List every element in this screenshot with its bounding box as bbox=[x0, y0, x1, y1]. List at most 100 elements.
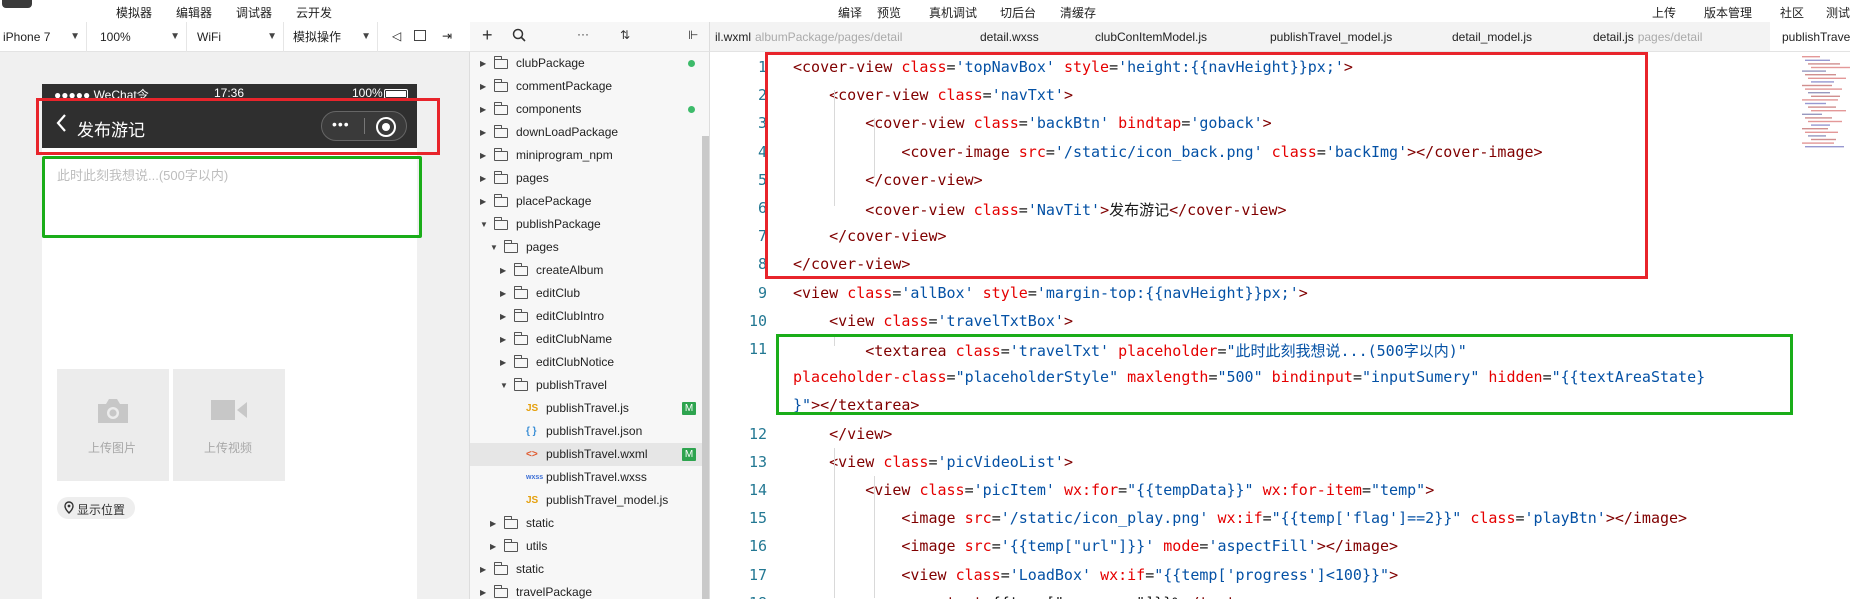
menu-compile[interactable]: 编译 bbox=[838, 4, 862, 21]
tree-folder[interactable]: ▶ editClub bbox=[470, 282, 709, 305]
upload-video-button[interactable]: 上传视频 bbox=[173, 369, 285, 481]
code-token: "{{tempData}}" bbox=[1127, 481, 1254, 499]
zoom-select[interactable]: 100% ▼ bbox=[97, 22, 187, 52]
network-select[interactable]: WiFi ▼ bbox=[194, 22, 284, 52]
menu-bar: 模拟器 编辑器 调试器 云开发 编译 预览 真机调试 切后台 清缓存 上传 版本… bbox=[0, 0, 1850, 22]
chevron-right-icon[interactable]: ▶ bbox=[490, 512, 496, 535]
tab-6[interactable]: publishTravel. bbox=[1770, 22, 1850, 51]
tree-item-label: commentPackage bbox=[516, 79, 613, 93]
tree-folder[interactable]: ▼ pages bbox=[470, 236, 709, 259]
tab-2[interactable]: clubConItemModel.js bbox=[1095, 22, 1207, 51]
tree-folder[interactable]: ▶ components bbox=[470, 98, 709, 121]
chevron-right-icon[interactable]: ▶ bbox=[480, 558, 486, 581]
folder-icon bbox=[494, 102, 508, 115]
menu-debugger[interactable]: 调试器 bbox=[236, 4, 272, 21]
tree-folder[interactable]: ▶ travelPackage bbox=[470, 581, 709, 599]
modified-badge: M bbox=[682, 448, 696, 461]
tree-folder[interactable]: ▶ utils bbox=[470, 535, 709, 558]
add-icon[interactable]: + bbox=[482, 25, 493, 46]
chevron-right-icon[interactable]: ▶ bbox=[480, 581, 486, 599]
menu-preview[interactable]: 预览 bbox=[877, 4, 901, 21]
tree-file[interactable]: JS publishTravel_model.js bbox=[470, 489, 709, 512]
menu-real-device-debug[interactable]: 真机调试 bbox=[929, 4, 977, 21]
line-number: 18 bbox=[710, 594, 767, 599]
tree-folder[interactable]: ▶ createAlbum bbox=[470, 259, 709, 282]
chevron-right-icon[interactable]: ▶ bbox=[480, 52, 486, 75]
tree-folder[interactable]: ▶ pages bbox=[470, 167, 709, 190]
tree-folder[interactable]: ▶ editClubName bbox=[470, 328, 709, 351]
tree-folder[interactable]: ▶ static bbox=[470, 558, 709, 581]
sort-icon[interactable]: ⇅ bbox=[620, 28, 630, 42]
tab-1[interactable]: detail.wxss bbox=[980, 22, 1039, 51]
chevron-down-icon[interactable]: ▼ bbox=[480, 213, 488, 236]
tree-scrollbar[interactable] bbox=[702, 136, 709, 599]
volume-icon[interactable]: ◁ bbox=[392, 29, 401, 43]
more-icon[interactable]: ··· bbox=[577, 27, 589, 41]
js-file-icon: JS bbox=[526, 495, 539, 506]
tree-file[interactable]: wxss publishTravel.wxss bbox=[470, 466, 709, 489]
location-pin-icon bbox=[64, 501, 74, 519]
menu-upload[interactable]: 上传 bbox=[1652, 4, 1676, 21]
code-token: 'picVideoList' bbox=[937, 452, 1064, 471]
menu-test[interactable]: 测试 bbox=[1826, 4, 1850, 21]
code-token: class bbox=[919, 481, 965, 499]
tree-folder[interactable]: ▶ downLoadPackage bbox=[470, 121, 709, 144]
chevron-right-icon[interactable]: ▶ bbox=[490, 535, 496, 558]
upload-photo-button[interactable]: 上传图片 bbox=[57, 369, 169, 481]
tree-folder[interactable]: ▼ publishPackage bbox=[470, 213, 709, 236]
chevron-right-icon[interactable]: ▶ bbox=[500, 351, 506, 374]
tree-folder[interactable]: ▼ publishTravel bbox=[470, 374, 709, 397]
chevron-down-icon[interactable]: ▼ bbox=[490, 236, 498, 259]
folder-icon bbox=[494, 79, 508, 92]
tree-file[interactable]: { } publishTravel.json bbox=[470, 420, 709, 443]
line-number: 7 bbox=[757, 227, 767, 246]
chevron-right-icon[interactable]: ▶ bbox=[480, 190, 486, 213]
tree-folder[interactable]: ▶ static bbox=[470, 512, 709, 535]
menu-background[interactable]: 切后台 bbox=[1000, 4, 1036, 21]
tree-folder[interactable]: ▶ placePackage bbox=[470, 190, 709, 213]
location-button[interactable]: 显示位置 bbox=[57, 497, 135, 519]
tab-0[interactable]: il.wxml albumPackage/pages/detail bbox=[715, 22, 902, 51]
minimap-line bbox=[1808, 120, 1842, 123]
chevron-right-icon[interactable]: ▶ bbox=[480, 98, 486, 121]
menu-version[interactable]: 版本管理 bbox=[1704, 4, 1752, 21]
code-token: wx:for bbox=[1063, 481, 1119, 499]
modified-badge: M bbox=[682, 402, 696, 415]
chevron-right-icon[interactable]: ▶ bbox=[500, 282, 506, 305]
tree-file[interactable]: <> publishTravel.wxml M bbox=[470, 443, 709, 466]
chevron-right-icon[interactable]: ▶ bbox=[480, 167, 486, 190]
menu-editor[interactable]: 编辑器 bbox=[176, 4, 212, 21]
menu-clear-cache[interactable]: 清缓存 bbox=[1060, 4, 1096, 21]
mode-select[interactable]: 模拟操作 ▼ bbox=[290, 22, 378, 52]
chevron-right-icon[interactable]: ▶ bbox=[500, 259, 506, 282]
chevron-right-icon[interactable]: ▶ bbox=[500, 305, 506, 328]
tab-4[interactable]: detail_model.js bbox=[1452, 22, 1532, 51]
menu-cloud[interactable]: 云开发 bbox=[296, 4, 332, 21]
tree-folder[interactable]: ▶ commentPackage bbox=[470, 75, 709, 98]
chevron-right-icon[interactable]: ▶ bbox=[500, 328, 506, 351]
tree-folder[interactable]: ▶ editClubIntro bbox=[470, 305, 709, 328]
tree-folder[interactable]: ▶ miniprogram_npm bbox=[470, 144, 709, 167]
tree-folder[interactable]: ▶ clubPackage bbox=[470, 52, 709, 75]
tree-file[interactable]: JS publishTravel.js M bbox=[470, 397, 709, 420]
menu-simulator[interactable]: 模拟器 bbox=[116, 4, 152, 21]
device-select[interactable]: iPhone 7 ▼ bbox=[0, 22, 87, 52]
tab-5[interactable]: detail.js pages/detail bbox=[1593, 22, 1702, 51]
app-logo bbox=[2, 0, 32, 8]
chevron-right-icon[interactable]: ▶ bbox=[480, 121, 486, 144]
tab-3[interactable]: publishTravel_model.js bbox=[1270, 22, 1392, 51]
code-editor[interactable]: 123456789101112131415161718<cover-view c… bbox=[710, 52, 1850, 599]
rotate-icon[interactable] bbox=[414, 30, 426, 41]
split-icon[interactable]: ⊩ bbox=[688, 28, 698, 42]
tree-folder[interactable]: ▶ editClubNotice bbox=[470, 351, 709, 374]
chevron-right-icon[interactable]: ▶ bbox=[480, 144, 486, 167]
minimap[interactable] bbox=[1798, 52, 1850, 162]
detach-icon[interactable]: ⇥ bbox=[442, 29, 452, 43]
menu-community[interactable]: 社区 bbox=[1780, 4, 1804, 21]
chevron-right-icon[interactable]: ▶ bbox=[480, 75, 486, 98]
search-icon[interactable] bbox=[512, 28, 526, 47]
chevron-down-icon[interactable]: ▼ bbox=[500, 374, 508, 397]
